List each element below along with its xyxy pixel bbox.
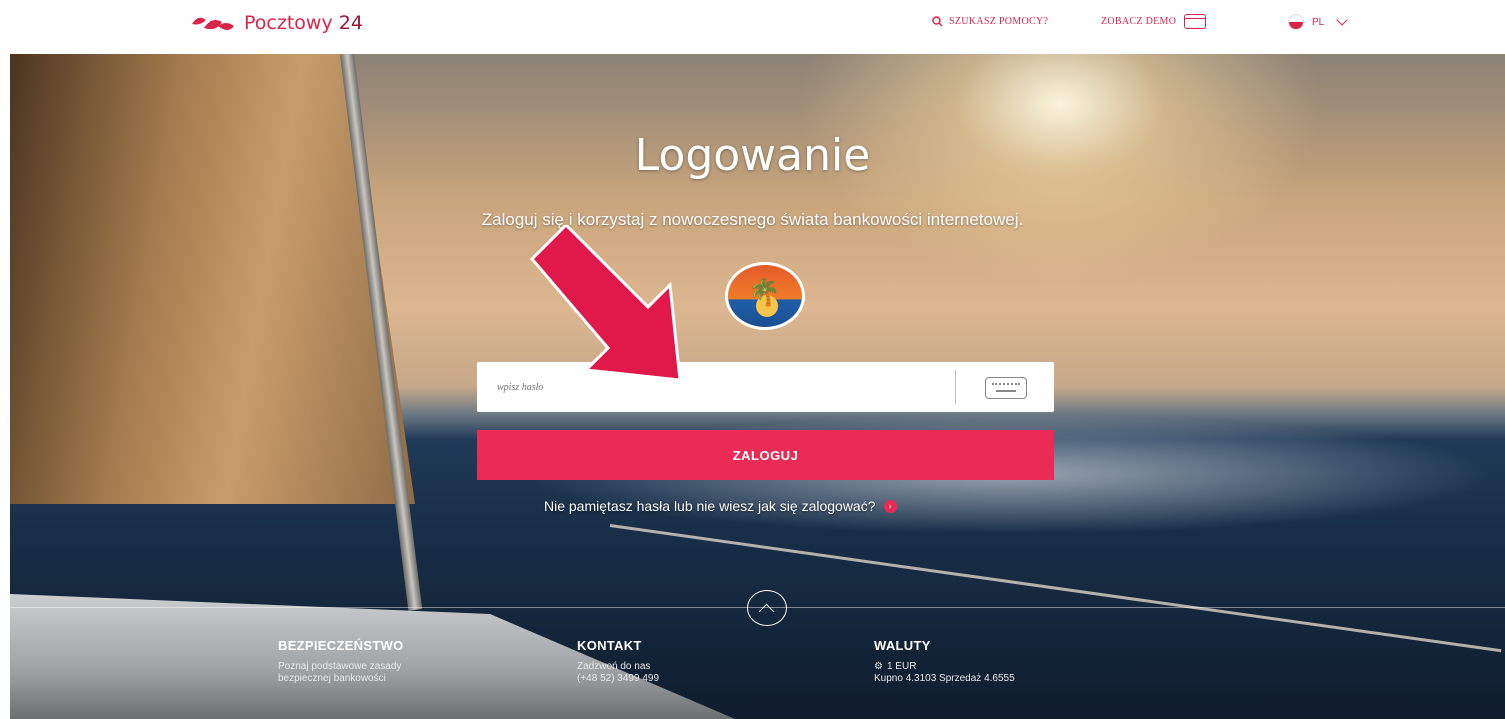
arrow-right-icon: ›: [883, 499, 897, 513]
scroll-up-button[interactable]: [747, 590, 787, 626]
field-divider: [955, 370, 956, 404]
post-horn-logo-icon: [192, 17, 234, 30]
security-line-1: Poznaj podstawowe zasady: [278, 661, 402, 672]
help-label: SZUKASZ POMOCY?: [949, 16, 1049, 27]
user-avatar: 🌴: [725, 262, 805, 330]
login-button[interactable]: ZALOGUJ: [477, 430, 1054, 480]
demo-label: ZOBACZ DEMO: [1101, 16, 1177, 27]
language-selector[interactable]: PL: [1288, 14, 1348, 30]
contact-phone: (+48 52) 3499 499: [577, 673, 660, 684]
language-label: PL: [1312, 16, 1325, 28]
footer-security[interactable]: BEZPIECZEŃSTWO Poznaj podstawowe zasady …: [278, 638, 404, 685]
bank-logo[interactable]: Pocztowy 24: [188, 10, 363, 36]
forgot-password-label: Nie pamiętasz hasła lub nie wiesz jak si…: [544, 498, 876, 514]
browser-window-icon: [1184, 14, 1207, 29]
annotation-arrow-icon: [529, 225, 682, 382]
footer-currencies[interactable]: WALUTY ⚙ 1 EUR Kupno 4.3103 Sprzedaż 4.65…: [874, 638, 1015, 685]
virtual-keyboard-icon[interactable]: [985, 377, 1027, 399]
page-title: Logowanie: [634, 130, 871, 181]
top-navigation-bar: Pocztowy 24 SZUKASZ POMOCY? ZOBACZ DEMO …: [0, 0, 1505, 54]
search-icon: [932, 16, 943, 27]
currency-heading: WALUTY: [874, 638, 931, 653]
currency-unit: 1 EUR: [886, 661, 917, 672]
page-subtitle: Zaloguj się i korzystaj z nowoczesnego ś…: [481, 210, 1024, 229]
currency-rates: Kupno 4.3103 Sprzedaż 4.6555: [874, 673, 1015, 684]
palm-tree-icon: 🌴: [748, 277, 781, 307]
security-line-2: bezpiecznej bankowości: [278, 673, 386, 684]
demo-link[interactable]: ZOBACZ DEMO: [1101, 14, 1207, 29]
contact-heading: KONTAKT: [577, 638, 642, 653]
currency-unit-row: ⚙ 1 EUR: [874, 661, 1015, 673]
help-link[interactable]: SZUKASZ POMOCY?: [932, 16, 1048, 27]
forgot-password-link[interactable]: Nie pamiętasz hasła lub nie wiesz jak si…: [544, 498, 897, 514]
gear-icon: ⚙: [874, 661, 883, 672]
footer-contact[interactable]: KONTAKT Zadzwoń do nas (+48 52) 3499 499: [577, 638, 659, 685]
logo-text: Pocztowy 24: [244, 12, 363, 34]
poland-flag-icon: [1288, 14, 1304, 30]
contact-line-1: Zadzwoń do nas: [577, 661, 651, 672]
chevron-down-icon: [1336, 14, 1348, 26]
security-heading: BEZPIECZEŃSTWO: [278, 638, 404, 653]
